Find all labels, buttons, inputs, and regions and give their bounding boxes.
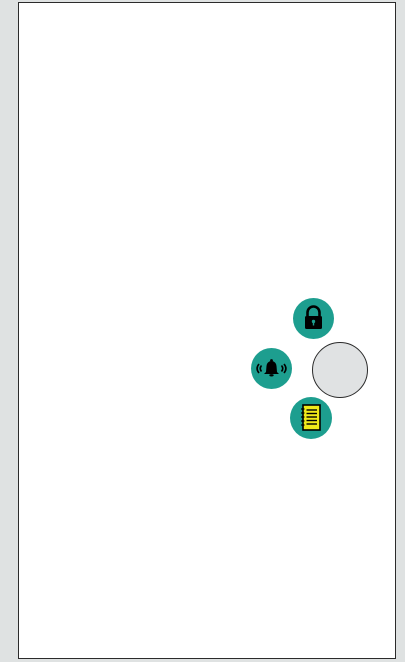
notes-button[interactable] <box>290 397 332 439</box>
lock-button[interactable] <box>293 298 334 339</box>
app-screen <box>18 2 396 659</box>
alarm-button[interactable] <box>251 348 292 389</box>
menu-toggle-button[interactable] <box>312 342 368 398</box>
bell-ringing-icon <box>251 348 292 389</box>
lock-icon <box>293 298 334 339</box>
notebook-icon <box>290 397 332 439</box>
